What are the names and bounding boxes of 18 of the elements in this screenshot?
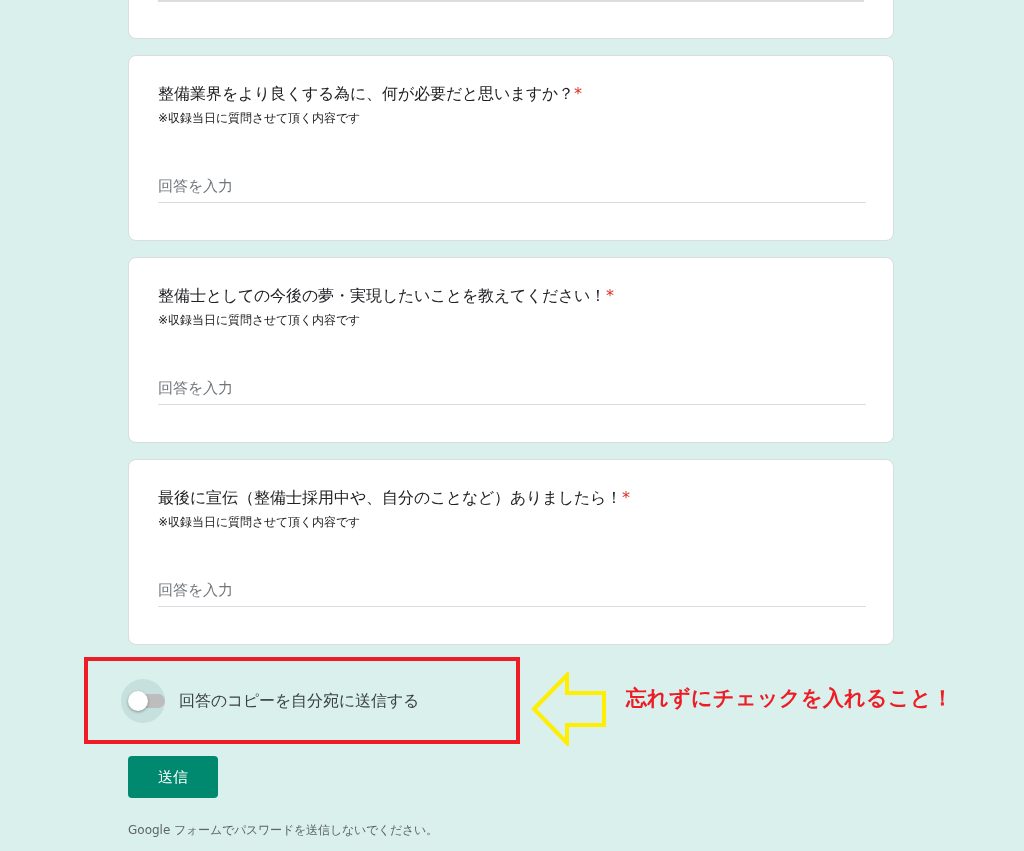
toggle-switch[interactable] — [121, 679, 165, 723]
answer-field[interactable]: 回答を入力 — [158, 574, 866, 607]
annotation-text: 忘れずにチェックを入れること！ — [626, 685, 953, 712]
required-mark: * — [622, 488, 630, 507]
arrow-icon — [531, 672, 607, 746]
question-description: ※収録当日に質問させて頂く内容です — [158, 514, 362, 531]
footer-note: Google フォームでパスワードを送信しないでください。 — [128, 822, 440, 839]
toggle-label: 回答のコピーを自分宛に送信する — [179, 690, 419, 712]
answer-field[interactable]: 回答を入力 — [158, 170, 866, 203]
submit-button[interactable]: 送信 — [128, 756, 218, 798]
question-title: 最後に宣伝（整備士採用中や、自分のことなど）ありましたら！* — [158, 487, 631, 509]
question-title: 整備士としての今後の夢・実現したいことを教えてください！* — [158, 285, 615, 307]
question-description: ※収録当日に質問させて頂く内容です — [158, 312, 362, 329]
answer-field[interactable]: 回答を入力 — [158, 372, 866, 405]
question-description: ※収録当日に質問させて頂く内容です — [158, 110, 362, 127]
required-mark: * — [574, 84, 582, 103]
required-mark: * — [606, 286, 614, 305]
question-title: 整備業界をより良くする為に、何が必要だと思いますか？* — [158, 83, 583, 105]
